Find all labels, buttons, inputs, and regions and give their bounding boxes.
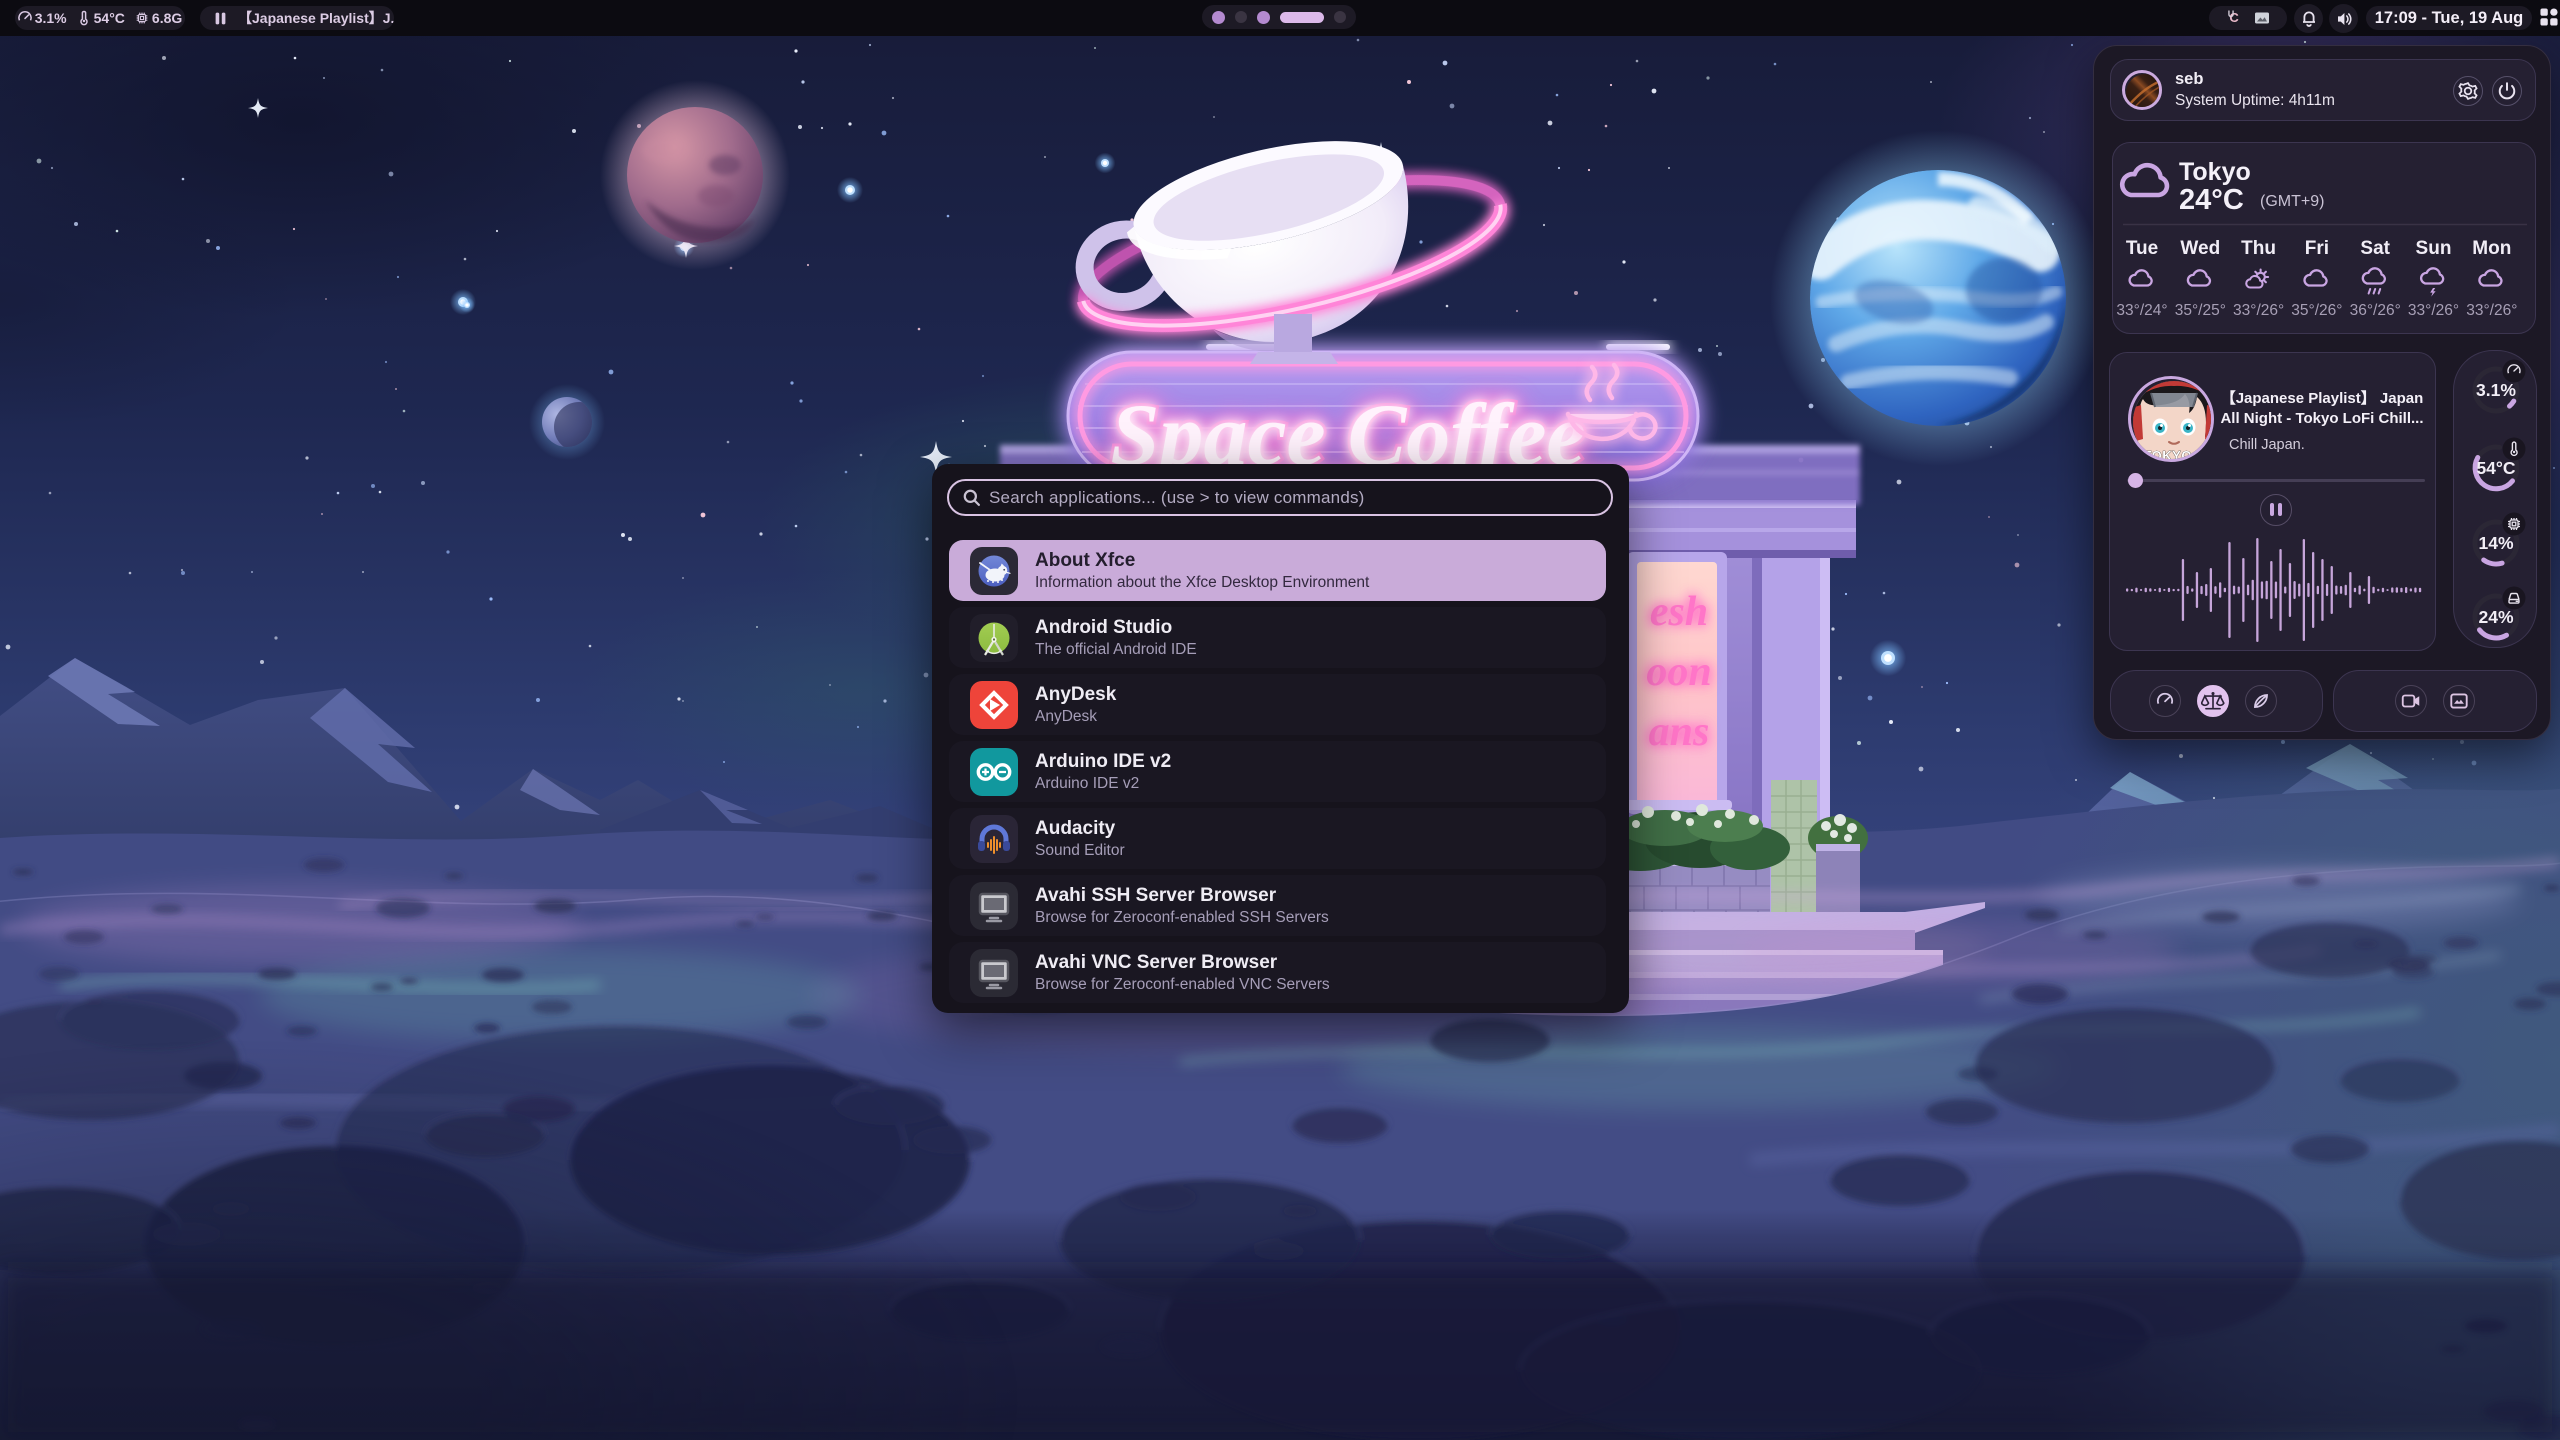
svg-text:oon: oon xyxy=(1646,649,1711,695)
svg-text:Sat: Sat xyxy=(2360,238,2390,259)
svg-text:33°/26°: 33°/26° xyxy=(2466,302,2517,319)
svg-text:Tokyo: Tokyo xyxy=(2179,158,2251,186)
svg-text:Thu: Thu xyxy=(2241,238,2276,259)
svg-text:14%: 14% xyxy=(2478,533,2513,553)
svg-text:24%: 24% xyxy=(2478,607,2513,627)
svg-text:Mon: Mon xyxy=(2472,238,2511,259)
svg-text:3.1%: 3.1% xyxy=(2476,380,2516,400)
svg-text:Tue: Tue xyxy=(2126,238,2158,259)
svg-text:(GMT+9): (GMT+9) xyxy=(2260,193,2324,210)
svg-text:33°/26°: 33°/26° xyxy=(2233,302,2284,319)
svg-text:35°/25°: 35°/25° xyxy=(2175,302,2226,319)
svg-text:54°C: 54°C xyxy=(2476,458,2515,478)
svg-text:esh: esh xyxy=(1650,589,1708,635)
svg-text:Sun: Sun xyxy=(2416,238,2452,259)
svg-text:24°C: 24°C xyxy=(2179,184,2244,216)
svg-text:Fri: Fri xyxy=(2305,238,2329,259)
svg-text:36°/26°: 36°/26° xyxy=(2350,302,2401,319)
svg-text:Wed: Wed xyxy=(2180,238,2220,259)
svg-text:33°/26°: 33°/26° xyxy=(2408,302,2459,319)
svg-text:ans: ans xyxy=(1649,709,1710,755)
svg-text:35°/26°: 35°/26° xyxy=(2291,302,2342,319)
svg-text:33°/24°: 33°/24° xyxy=(2116,302,2167,319)
svg-text:U: U xyxy=(2228,9,2235,19)
